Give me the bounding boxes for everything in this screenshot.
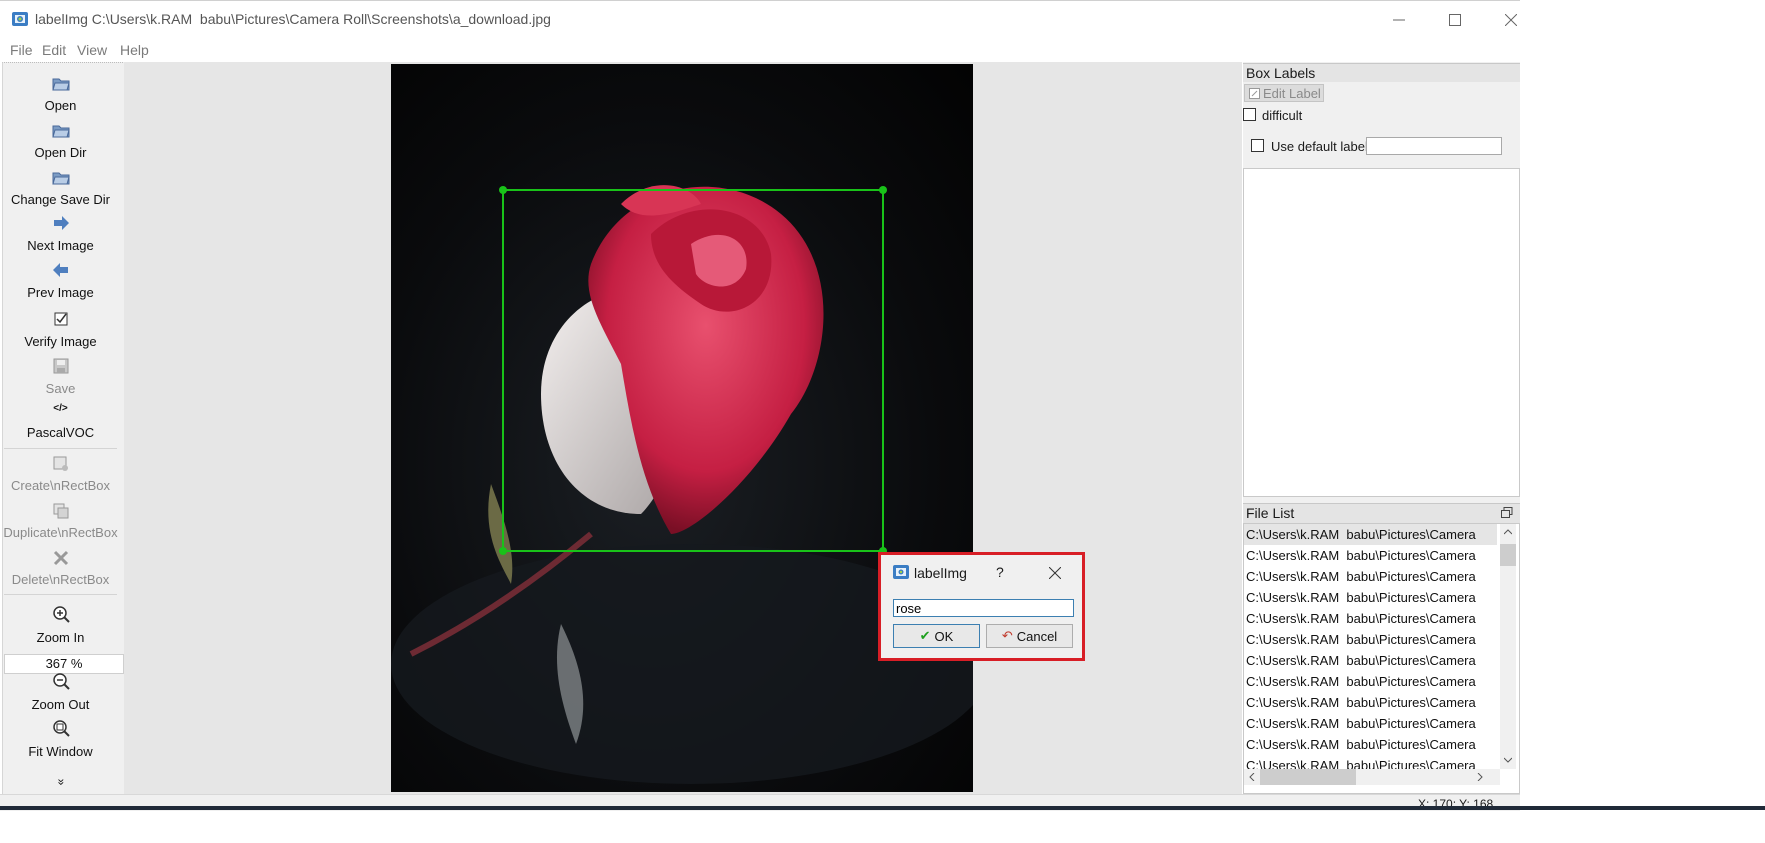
file-list-item[interactable]: C:\Users\k.RAM babu\Pictures\Camera <box>1246 545 1496 566</box>
file-list-item[interactable]: C:\Users\k.RAM babu\Pictures\Camera <box>1246 671 1496 692</box>
difficult-checkbox[interactable] <box>1243 108 1256 121</box>
box-labels-title: Box Labels <box>1246 65 1316 81</box>
ok-button[interactable]: ✔ OK <box>893 624 980 648</box>
edit-icon <box>1249 87 1260 99</box>
default-label-input[interactable] <box>1366 137 1502 155</box>
bounding-box[interactable] <box>502 189 884 552</box>
file-list-item[interactable]: C:\Users\k.RAM babu\Pictures\Camera <box>1246 608 1496 629</box>
app-icon <box>893 565 909 579</box>
chevron-left-icon[interactable] <box>1248 773 1256 781</box>
difficult-label: difficult <box>1262 108 1303 123</box>
use-default-label-checkbox[interactable] <box>1251 139 1264 152</box>
file-list-title: File List <box>1246 505 1295 521</box>
edit-label-button[interactable]: Edit Label <box>1244 84 1324 102</box>
check-icon: ✔ <box>919 628 931 643</box>
ok-label: OK <box>934 628 954 644</box>
file-list-item[interactable]: C:\Users\k.RAM babu\Pictures\Camera <box>1246 629 1496 650</box>
file-list-item[interactable]: C:\Users\k.RAM babu\Pictures\Camera <box>1246 713 1496 734</box>
taskbar-strip <box>0 806 1765 810</box>
dialog-help-button[interactable]: ? <box>996 564 1004 580</box>
chevron-right-icon[interactable] <box>1476 773 1484 781</box>
cancel-button[interactable]: ↶ Cancel <box>986 624 1073 648</box>
use-default-label-text: Use default label <box>1271 139 1368 154</box>
file-list-hscrollbar[interactable] <box>1244 769 1500 785</box>
label-list[interactable] <box>1243 168 1520 497</box>
dialog-title: labelImg <box>914 565 967 581</box>
file-list-item[interactable]: C:\Users\k.RAM babu\Pictures\Camera <box>1246 650 1496 671</box>
chevron-up-icon[interactable] <box>1504 528 1512 536</box>
file-list-item[interactable]: C:\Users\k.RAM babu\Pictures\Camera <box>1246 587 1496 608</box>
bbox-handle[interactable] <box>879 186 887 194</box>
bbox-handle[interactable] <box>499 186 507 194</box>
edit-label-text: Edit Label <box>1263 85 1321 101</box>
file-list-vscrollbar[interactable] <box>1500 524 1516 769</box>
undock-icon[interactable] <box>1501 507 1513 519</box>
bbox-handle[interactable] <box>499 547 507 555</box>
file-list-item[interactable]: C:\Users\k.RAM babu\Pictures\Camera <box>1246 734 1496 755</box>
hscroll-thumb[interactable] <box>1260 769 1356 785</box>
undo-arrow-icon: ↶ <box>1001 628 1013 643</box>
cancel-label: Cancel <box>1016 628 1058 644</box>
file-list-item[interactable]: C:\Users\k.RAM babu\Pictures\Camera <box>1246 524 1496 545</box>
vscroll-thumb[interactable] <box>1500 544 1516 566</box>
file-list-item[interactable]: C:\Users\k.RAM babu\Pictures\Camera <box>1246 692 1496 713</box>
close-icon[interactable] <box>1049 567 1061 579</box>
file-list-item[interactable]: C:\Users\k.RAM babu\Pictures\Camera <box>1246 566 1496 587</box>
label-input[interactable] <box>893 599 1074 617</box>
chevron-down-icon[interactable] <box>1504 756 1512 764</box>
